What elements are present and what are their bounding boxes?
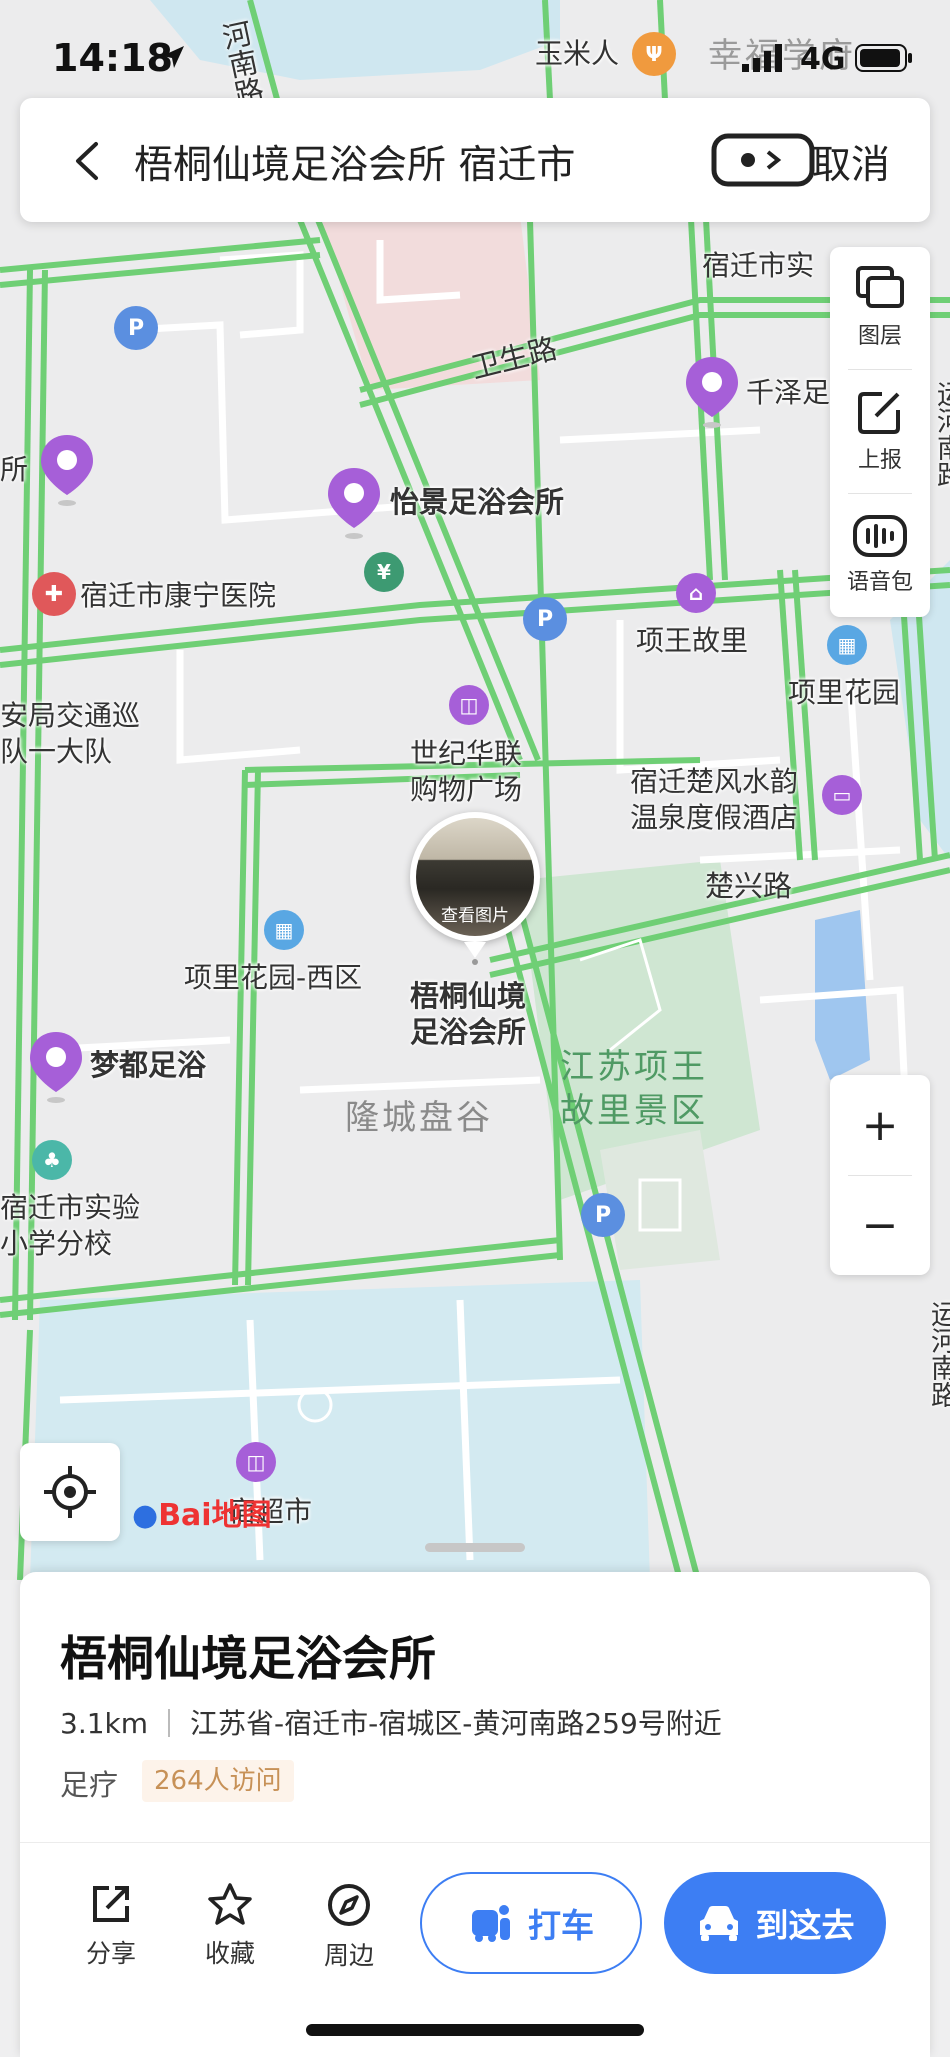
zoom-out-button[interactable]: −	[830, 1175, 930, 1275]
right-toolbar: 图层 上报 语音包	[830, 247, 930, 617]
car-icon	[699, 1906, 738, 1941]
locate-button[interactable]	[20, 1443, 120, 1541]
poi-label-xiangli-garden[interactable]: 项里花园	[788, 675, 900, 711]
voice-pack-label: 语音包	[846, 570, 913, 595]
place-name: 梧桐仙境足浴会所	[60, 1632, 436, 1687]
divider	[848, 369, 912, 370]
poi-label-suqian-shiyan[interactable]: 宿迁市实	[702, 248, 814, 284]
bank-icon[interactable]: ¥	[364, 552, 404, 592]
share-button[interactable]: 分享	[66, 1882, 156, 1970]
nearby-label: 周边	[323, 1941, 374, 1970]
shopping-bag-icon[interactable]: ⌂	[676, 573, 716, 613]
go-here-label: 到这去	[755, 1906, 855, 1945]
search-query[interactable]: 梧桐仙境足浴会所 宿迁市	[134, 134, 575, 190]
favorite-label: 收藏	[204, 1939, 255, 1968]
report-button[interactable]: 上报	[830, 371, 930, 491]
parking-icon[interactable]: P	[114, 306, 158, 350]
poi-label-spa-hotel[interactable]: 宿迁楚风水韵 温泉度假酒店	[630, 764, 798, 836]
cancel-button[interactable]: 取消	[812, 134, 890, 190]
map-view[interactable]: 卫生路 楚兴路 河南路 运河南路 运河南路 隆城盘谷 江苏项王 故里景区 幸福学…	[0, 0, 950, 1580]
voice-pack-icon	[853, 515, 907, 557]
residence-icon[interactable]: ▦	[827, 625, 867, 665]
home-indicator[interactable]	[306, 2024, 644, 2036]
compass-icon	[328, 1884, 370, 1926]
battery-icon	[855, 44, 912, 72]
share-icon	[93, 1886, 129, 1922]
zoom-control: + −	[830, 1075, 930, 1275]
school-icon[interactable]: ♣	[32, 1140, 72, 1180]
place-address: 江苏省-宿迁市-宿城区-黄河南路259号附近	[190, 1707, 722, 1740]
location-pin-icon[interactable]	[683, 355, 741, 431]
location-pin-icon[interactable]	[325, 466, 383, 542]
back-chevron-icon[interactable]	[66, 138, 112, 184]
logo-text: Bai地图	[158, 1498, 272, 1533]
poi-label-yijing[interactable]: 怡景足浴会所	[390, 484, 564, 520]
baidu-paw-icon: ●	[132, 1498, 159, 1533]
place-meta: 3.1km 江苏省-宿迁市-宿城区-黄河南路259号附近	[60, 1702, 722, 1742]
poi-label-traffic-police[interactable]: 安局交通巡 队一大队	[0, 698, 140, 770]
road-label-yunhe-top: 运河南路	[932, 380, 950, 488]
place-detail-sheet: 梧桐仙境足浴会所 3.1km 江苏省-宿迁市-宿城区-黄河南路259号附近 足疗 …	[20, 1572, 930, 2057]
status-time: 14:18	[52, 36, 173, 80]
zoom-in-button[interactable]: +	[830, 1075, 930, 1175]
divider	[20, 1842, 930, 1843]
status-bar: 14:18 4G	[0, 0, 950, 100]
road-label-yunhe-bottom: 运河南路	[926, 1300, 950, 1408]
hospital-icon[interactable]: ✚	[32, 572, 76, 616]
ar-camera-icon[interactable]	[710, 132, 816, 188]
poi-label-century[interactable]: 世纪华联 购物广场	[410, 736, 522, 808]
place-category: 足疗	[60, 1768, 119, 1802]
sheet-grabber[interactable]	[425, 1543, 525, 1552]
signal-icon	[742, 44, 782, 72]
divider	[848, 493, 912, 494]
poi-label-target[interactable]: 梧桐仙境 足浴会所	[410, 978, 526, 1050]
road-label-chuxing: 楚兴路	[705, 869, 793, 903]
poi-label-school[interactable]: 宿迁市实验 小学分校	[0, 1190, 140, 1262]
poi-label-xiangwang[interactable]: 项王故里	[636, 623, 748, 659]
nearby-button[interactable]: 周边	[304, 1882, 394, 1972]
target-photo-marker[interactable]: 查看图片	[410, 812, 540, 942]
poi-label-suo[interactable]: 所	[0, 452, 28, 488]
poi-label-kangning[interactable]: 宿迁市康宁医院	[80, 578, 276, 614]
report-edit-icon	[858, 392, 900, 434]
location-pin-icon[interactable]	[27, 1030, 85, 1106]
crosshair-icon	[44, 1466, 96, 1518]
poi-label-xiangli-west[interactable]: 项里花园-西区	[184, 960, 362, 996]
parking-icon[interactable]: P	[581, 1193, 625, 1237]
supermarket-icon[interactable]: ◫	[236, 1442, 276, 1482]
report-label: 上报	[857, 448, 902, 473]
taxi-button[interactable]: 打车	[420, 1872, 642, 1974]
taxi-label: 打车	[528, 1906, 594, 1945]
parking-icon[interactable]: P	[523, 597, 567, 641]
hotel-icon[interactable]: ▭	[822, 775, 862, 815]
place-distance: 3.1km	[60, 1707, 149, 1740]
share-label: 分享	[85, 1939, 136, 1968]
layers-icon	[856, 266, 904, 308]
visits-badge: 264人访问	[142, 1760, 294, 1802]
voice-pack-button[interactable]: 语音包	[830, 495, 930, 615]
network-type: 4G	[800, 42, 846, 77]
divider	[168, 1709, 171, 1737]
shopping-basket-icon[interactable]: ◫	[449, 685, 489, 725]
area-label-longcheng: 隆城盘谷	[345, 1098, 493, 1138]
poi-label-qianze[interactable]: 千泽足	[746, 375, 830, 411]
baidu-map-logo: ●Bai地图	[132, 1490, 272, 1534]
favorite-button[interactable]: 收藏	[185, 1882, 275, 1970]
location-pin-icon[interactable]	[38, 433, 96, 509]
layers-button[interactable]: 图层	[830, 247, 930, 367]
search-bar[interactable]: 梧桐仙境足浴会所 宿迁市 取消	[20, 98, 930, 222]
star-icon	[208, 1883, 252, 1925]
location-arrow-icon	[162, 46, 184, 68]
go-here-button[interactable]: 到这去	[664, 1872, 886, 1974]
photo-caption: 查看图片	[441, 906, 509, 926]
residence-icon[interactable]: ▦	[264, 910, 304, 950]
poi-label-mengdu[interactable]: 梦都足浴	[90, 1047, 206, 1083]
storefront-photo: 查看图片	[416, 818, 534, 936]
marker-pointer-icon	[464, 942, 486, 965]
area-label-scenic: 江苏项王 故里景区	[560, 1047, 708, 1131]
layers-label: 图层	[857, 324, 902, 349]
taxi-icon	[472, 1905, 510, 1942]
